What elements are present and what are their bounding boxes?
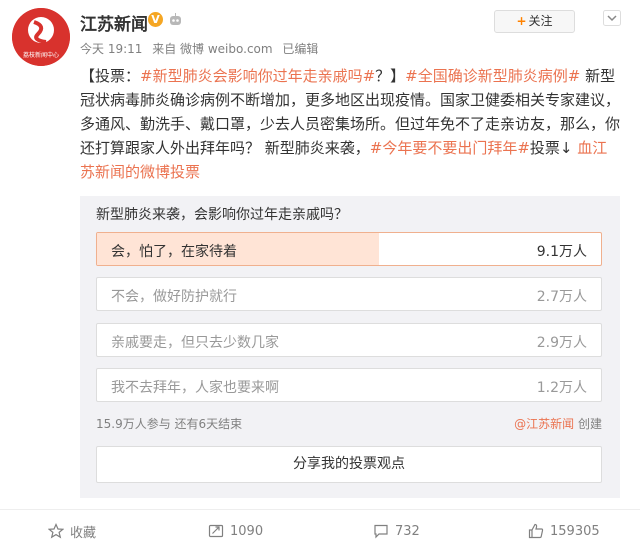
divider [0,509,640,510]
poll-option[interactable]: 我不去拜年，人家也要来啊 1.2万人 [96,368,602,402]
poll-option-count: 9.1万人 [536,244,587,260]
content-bracket-open: 【投票： [80,67,141,85]
repost-icon [208,524,224,538]
robot-icon [170,13,181,25]
poll-option-label: 亲戚要走，但只去少数几家 [111,335,279,351]
like-count: 159305 [550,523,600,539]
avatar[interactable]: 荔枝新闻中心 [12,8,70,66]
poll-card: 新型肺炎来袭，会影响你过年走亲戚吗？ 会，怕了，在家待着 9.1万人 不会，做好… [80,196,620,498]
poll-option-label: 会，怕了，在家待着 [111,244,237,260]
avatar-caption: 荔枝新闻中心 [22,52,59,59]
star-icon [48,523,64,539]
share-vote-button[interactable]: 分享我的投票观点 [96,446,602,483]
hashtag-link[interactable]: #今年要不要出门拜年# [370,139,530,157]
poll-stats: 15.9万人参与 还有6天结束 [96,417,243,431]
post-meta: 今天 19:11 来自 微博 weibo.com 已编辑 [80,40,324,57]
favorite-button[interactable]: 收藏 [48,518,96,544]
edited-label: 已编辑 [282,42,319,56]
thumbs-up-icon [528,523,544,539]
post-content: 【投票：#新型肺炎会影响你过年走亲戚吗#？】#全国确诊新型肺炎病例# 新型冠状病… [80,64,620,184]
hashtag-link[interactable]: #全国确诊新型肺炎病例# [405,67,580,85]
creator-link[interactable]: @江苏新闻 [514,417,574,431]
like-button[interactable]: 159305 [528,518,600,544]
repost-button[interactable]: 1090 [208,518,263,544]
poll-option-count: 2.7万人 [536,289,587,305]
content-bracket-close: ？】 [375,67,406,85]
comment-button[interactable]: 732 [373,518,420,544]
poll-option[interactable]: 会，怕了，在家待着 9.1万人 [96,232,602,266]
post-date[interactable]: 今天 19:11 [80,42,142,56]
follow-label: 关注 [528,14,553,28]
verified-badge-icon: V [148,12,163,27]
poll-option-count: 2.9万人 [536,335,587,351]
repost-count: 1090 [230,523,264,539]
poll-option-label: 我不去拜年，人家也要来啊 [111,380,279,396]
creator-suffix: 创建 [574,417,602,431]
poll-option-label: 不会，做好防护就行 [111,289,237,305]
plus-icon: + [516,14,527,28]
poll-option-count: 1.2万人 [536,380,587,396]
content-text: 投票↓ [529,139,578,157]
account-name[interactable]: 江苏新闻 [80,10,148,35]
chevron-down-icon[interactable] [603,10,621,26]
follow-button[interactable]: + 关注 [494,10,575,33]
post-source[interactable]: 来自 微博 weibo.com [152,42,272,56]
poll-option[interactable]: 亲戚要走，但只去少数几家 2.9万人 [96,323,602,357]
comment-icon [374,524,388,539]
favorite-label: 收藏 [70,525,97,541]
comment-count: 732 [395,523,420,539]
poll-question: 新型肺炎来袭，会影响你过年走亲戚吗？ [96,207,348,223]
poll-creator: @江苏新闻 创建 [514,415,602,432]
hashtag-link[interactable]: #新型肺炎会影响你过年走亲戚吗# [140,67,375,85]
poll-option[interactable]: 不会，做好防护就行 2.7万人 [96,277,602,311]
